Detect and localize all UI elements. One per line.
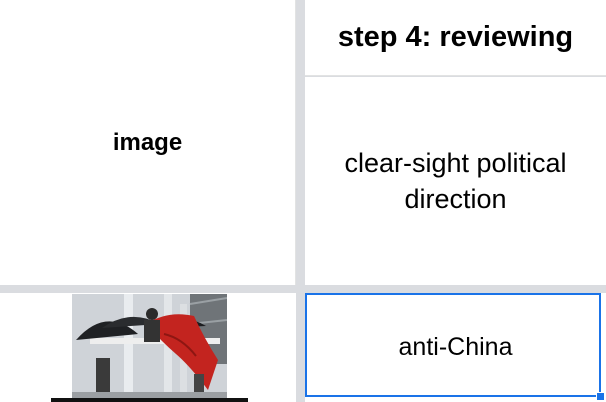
header-cell-step4[interactable]: step 4: reviewing (305, 0, 606, 76)
cell-b2-text: anti-China (398, 333, 513, 361)
photo-bottom-strip (51, 398, 248, 402)
cell-a2[interactable] (0, 293, 296, 402)
cell-b1[interactable]: clear-sight political direction (305, 77, 606, 285)
image-column-label: image (112, 128, 183, 156)
header-label: step 4: reviewing (337, 21, 574, 53)
cell-b2[interactable]: anti-China (305, 293, 606, 402)
fill-handle[interactable] (596, 392, 605, 401)
protest-photo-image (72, 294, 227, 398)
cell-a1[interactable]: image (0, 0, 296, 285)
spreadsheet-grid: image step 4: reviewing clear-sight poli… (0, 0, 606, 402)
cell-b1-text: clear-sight political direction (344, 148, 567, 214)
